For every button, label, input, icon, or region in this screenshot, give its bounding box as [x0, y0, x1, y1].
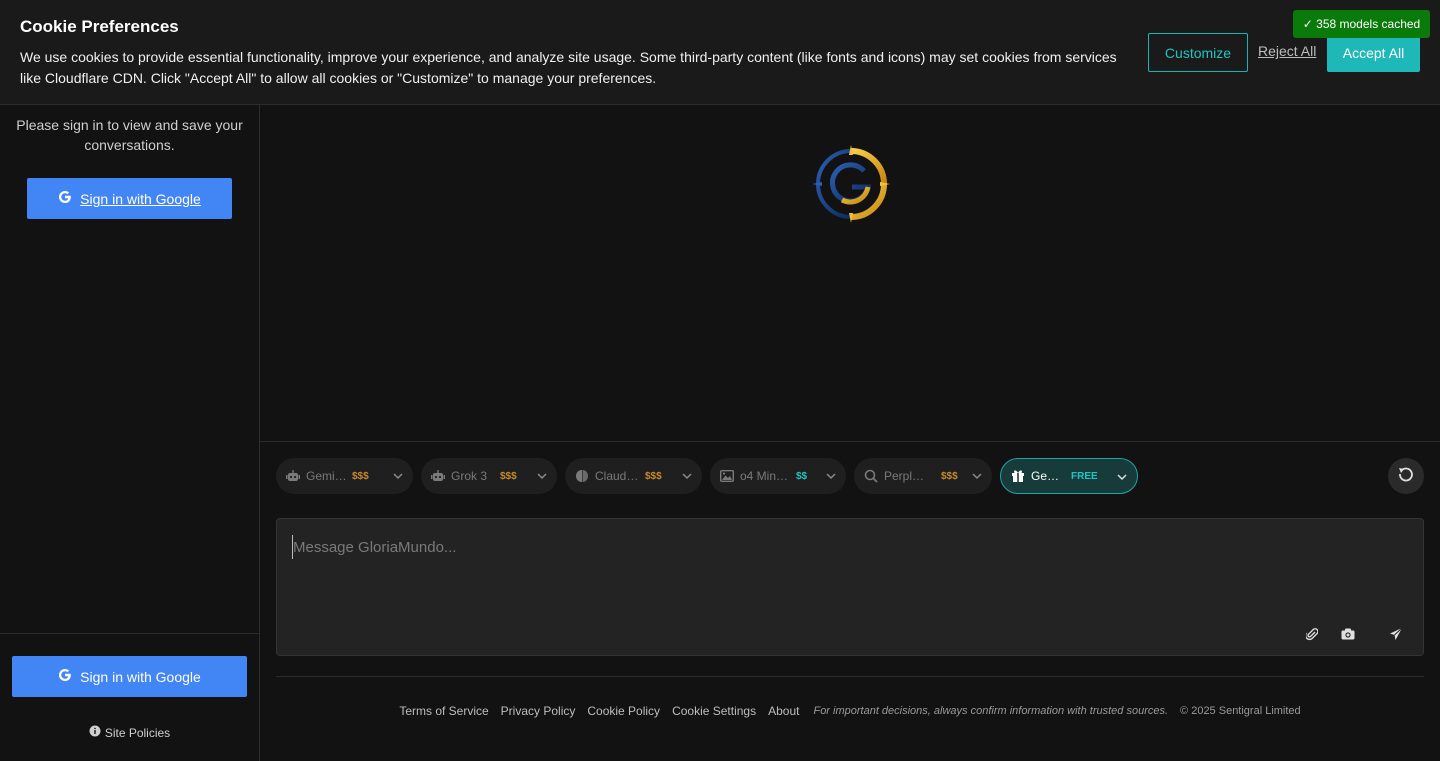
- message-composer: [276, 518, 1424, 656]
- footer-copyright: © 2025 Sentigral Limited: [1180, 705, 1301, 717]
- send-button[interactable]: [1389, 627, 1403, 646]
- message-input[interactable]: [292, 535, 1392, 559]
- attach-button[interactable]: [1304, 627, 1319, 646]
- chevron-down-icon: [680, 469, 694, 483]
- google-icon: [58, 190, 72, 207]
- sign-in-google-label: Sign in with Google: [80, 190, 201, 207]
- model-chip-gemini-free-selected[interactable]: Ge… FREE: [1000, 458, 1138, 494]
- google-icon: [58, 668, 72, 685]
- camera-button[interactable]: [1341, 627, 1355, 645]
- model-name: Grok 3: [451, 469, 488, 483]
- gift-icon: [1011, 469, 1025, 483]
- search-icon: [864, 469, 878, 483]
- model-name: Ge…: [1031, 469, 1060, 483]
- model-price: $$: [796, 470, 808, 482]
- footer-disclaimer: For important decisions, always confirm …: [813, 705, 1169, 717]
- cookie-title: Cookie Preferences: [20, 17, 179, 36]
- reset-conversation-button[interactable]: [1388, 458, 1424, 494]
- robot-icon: [431, 469, 445, 483]
- model-name: o4 Min…: [740, 469, 789, 483]
- sign-in-google-button-bottom[interactable]: Sign in with Google: [12, 656, 247, 697]
- model-chip-grok[interactable]: Grok 3 $$$: [421, 458, 557, 494]
- privacy-policy-link[interactable]: Privacy Policy: [501, 704, 576, 718]
- model-price: $$$: [500, 470, 517, 482]
- model-price: $$$: [352, 470, 369, 482]
- footer-divider: [276, 676, 1424, 677]
- model-price: $$$: [645, 470, 662, 482]
- composer-tools: [1304, 627, 1403, 646]
- model-chip-gemini[interactable]: Gemi… $$$: [276, 458, 413, 494]
- chevron-down-icon: [535, 469, 549, 483]
- paperclip-icon: [1304, 627, 1319, 646]
- camera-icon: [1341, 627, 1355, 645]
- models-cached-toast: ✓ 358 models cached: [1293, 10, 1430, 38]
- cookie-description: We use cookies to provide essential func…: [20, 49, 1117, 86]
- sign-in-google-label: Sign in with Google: [80, 668, 201, 685]
- model-chip-o4-mini[interactable]: o4 Min… $$: [710, 458, 846, 494]
- sidebar-divider: [0, 633, 259, 634]
- model-selector-bar: Gemi… $$$ Grok 3 $$$ Claud… $$$ o4 Min…: [276, 458, 1138, 494]
- site-policies-label: Site Policies: [104, 725, 171, 740]
- sign-in-message: Please sign in to view and save your con…: [16, 117, 243, 153]
- model-name: Gemi…: [306, 469, 347, 483]
- model-price: FREE: [1071, 470, 1098, 482]
- cookie-settings-link[interactable]: Cookie Settings: [672, 704, 756, 718]
- reset-icon: [1398, 466, 1414, 487]
- about-link[interactable]: About: [768, 704, 799, 718]
- cookie-policy-link[interactable]: Cookie Policy: [587, 704, 660, 718]
- terms-of-service-link[interactable]: Terms of Service: [399, 704, 488, 718]
- sidebar: Please sign in to view and save your con…: [0, 105, 260, 761]
- image-icon: [720, 469, 734, 483]
- customize-button[interactable]: Customize: [1148, 33, 1248, 72]
- chevron-down-icon: [1115, 470, 1129, 484]
- model-chip-claude[interactable]: Claud… $$$: [565, 458, 702, 494]
- info-icon: [89, 725, 101, 740]
- footer: Terms of Service Privacy Policy Cookie P…: [260, 704, 1440, 718]
- brand-logo: [812, 145, 890, 223]
- accept-all-button[interactable]: Accept All: [1327, 33, 1420, 72]
- reject-all-button[interactable]: Reject All: [1258, 43, 1316, 59]
- model-price: $$$: [941, 470, 958, 482]
- model-name: Perpl…: [884, 469, 925, 483]
- robot-icon: [286, 469, 300, 483]
- site-policies-link[interactable]: Site Policies: [0, 725, 259, 740]
- main-panel: Gemi… $$$ Grok 3 $$$ Claud… $$$ o4 Min…: [260, 105, 1440, 761]
- cookie-banner: Cookie Preferences We use cookies to pro…: [0, 0, 1440, 105]
- chevron-down-icon: [824, 469, 838, 483]
- model-chip-perplexity[interactable]: Perpl… $$$: [854, 458, 992, 494]
- model-name: Claud…: [595, 469, 639, 483]
- chevron-down-icon: [391, 469, 405, 483]
- chevron-down-icon: [970, 469, 984, 483]
- brain-icon: [575, 469, 589, 483]
- send-icon: [1389, 627, 1403, 646]
- sign-in-google-button-top[interactable]: Sign in with Google: [27, 178, 232, 219]
- main-divider: [260, 441, 1440, 442]
